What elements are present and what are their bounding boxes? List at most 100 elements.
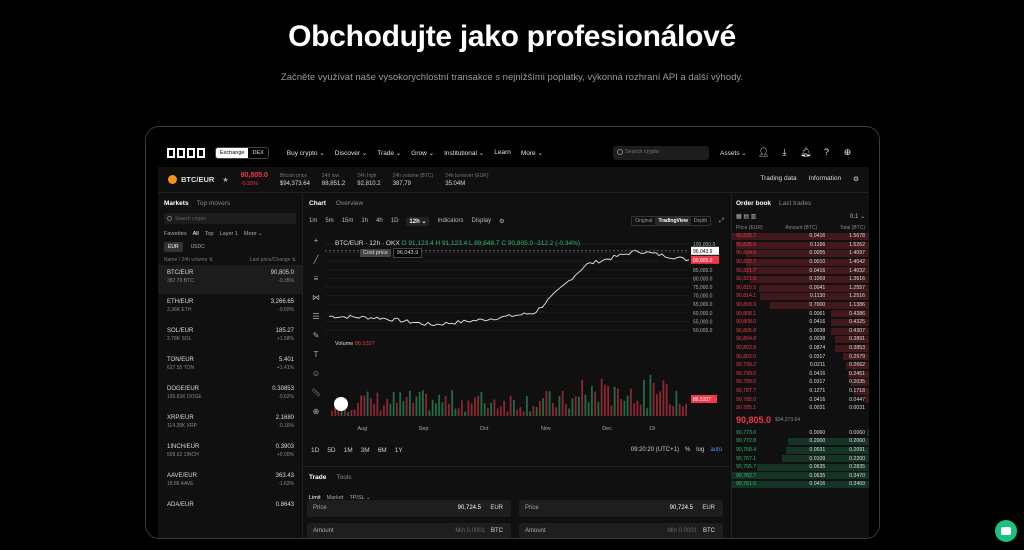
- range-6m[interactable]: 6M: [378, 447, 387, 454]
- view-depth[interactable]: Depth: [691, 217, 710, 225]
- orderbook-layout-icon[interactable]: ▦ ▤ ▥: [736, 213, 756, 220]
- tab-last-trades[interactable]: Last trades: [779, 200, 811, 207]
- markets-search-input[interactable]: Search crypto: [164, 213, 296, 224]
- dex-segment[interactable]: DEX: [248, 148, 267, 158]
- sort-name-volume[interactable]: Name / 24h volume ⇅: [164, 257, 213, 263]
- expand-icon[interactable]: ⤢: [719, 218, 724, 225]
- tf-1h[interactable]: 1h: [361, 218, 368, 224]
- download-icon[interactable]: ⤓: [779, 146, 790, 158]
- user-icon[interactable]: 👤︎: [758, 146, 769, 158]
- brush-icon[interactable]: ✎: [313, 331, 320, 340]
- ask-row[interactable]: 90,803.9 0.0874 0.3853: [732, 344, 869, 353]
- tab-markets[interactable]: Markets: [164, 200, 189, 207]
- tradingview-logo[interactable]: [334, 397, 348, 411]
- settings-icon[interactable]: ⚙: [853, 175, 859, 183]
- market-row[interactable]: 1INCH/EUR 509.62 1INCH 0.3903 +0.00%: [158, 439, 302, 468]
- crosshair-icon[interactable]: +: [314, 236, 319, 245]
- ask-row[interactable]: 90,789.0 0.0317 0.2035: [732, 378, 869, 387]
- nav-buy-crypto[interactable]: Buy crypto ⌄: [287, 149, 325, 157]
- pair-selector[interactable]: BTC/EUR: [181, 175, 214, 184]
- ask-row[interactable]: 90,804.8 0.0038 0.3891: [732, 335, 869, 344]
- ask-row[interactable]: 90,822.7 0.0010 1.4042: [732, 258, 869, 267]
- ask-row[interactable]: 90,835.7 0.0416 1.5678: [732, 232, 869, 241]
- view-original[interactable]: Original: [632, 217, 655, 225]
- filter-layer1[interactable]: Layer 1: [220, 231, 238, 237]
- ask-row[interactable]: 90,785.0 0.0416 0.0447: [732, 395, 869, 404]
- nav-search-input[interactable]: Search crypto: [613, 146, 709, 160]
- ask-row[interactable]: 90,808.1 0.0061 0.4386: [732, 309, 869, 318]
- bid-row[interactable]: 90,773.0 0.0060 0.0060: [732, 428, 869, 437]
- bid-row[interactable]: 90,768.4 0.0031 0.2091: [732, 446, 869, 455]
- globe-icon[interactable]: ⊕: [842, 146, 853, 158]
- filter-all[interactable]: All: [193, 231, 199, 237]
- range-1y[interactable]: 1Y: [395, 447, 403, 454]
- filter-more[interactable]: More ⌄: [244, 231, 263, 237]
- ask-row[interactable]: 90,821.6 0.1069 1.3616: [732, 275, 869, 284]
- tf-15m[interactable]: 15m: [342, 218, 354, 224]
- nav-more[interactable]: More ⌄: [521, 149, 543, 157]
- ask-row[interactable]: 90,799.2 0.0211 0.2662: [732, 361, 869, 370]
- market-row[interactable]: TON/EUR 627.55 TON 5.401 +1.41%: [158, 352, 302, 381]
- currency-usdc[interactable]: USDC: [187, 242, 209, 252]
- display-button[interactable]: Display: [471, 218, 491, 224]
- tab-order-book[interactable]: Order book: [736, 200, 771, 207]
- buy-amount-field[interactable]: Amount Min 0.0001 BTC: [307, 523, 511, 538]
- market-row[interactable]: SOL/EUR 2.78K SOL 185.27 +1.58%: [158, 323, 302, 352]
- bid-row[interactable]: 90,765.7 0.0635 0.2835: [732, 463, 869, 472]
- ask-row[interactable]: 90,815.5 0.0041 1.2557: [732, 284, 869, 293]
- trendline-icon[interactable]: ╱: [314, 255, 319, 264]
- tab-trade[interactable]: Trade: [309, 474, 326, 481]
- currency-eur[interactable]: EUR: [164, 242, 183, 252]
- trading-data-button[interactable]: Trading data: [760, 175, 796, 183]
- fib-icon[interactable]: ☰: [312, 312, 319, 321]
- market-row[interactable]: XRP/EUR 114.28K XRP 2.1680 -0.16%: [158, 410, 302, 439]
- okx-logo[interactable]: [167, 148, 207, 158]
- tab-overview[interactable]: Overview: [336, 200, 363, 207]
- market-row[interactable]: DOGE/EUR 195.81K DOGE 0.30853 -0.62%: [158, 381, 302, 410]
- market-row[interactable]: BTC/EUR 387.79 BTC 90,805.0 -0.35%: [158, 265, 302, 294]
- ask-row[interactable]: 90,787.7 0.1271 0.1718: [732, 387, 869, 396]
- chat-support-button[interactable]: [995, 520, 1017, 542]
- nav-institutional[interactable]: Institutional ⌄: [444, 149, 484, 157]
- filter-favorites[interactable]: Favorites: [164, 231, 187, 237]
- information-button[interactable]: Information: [809, 175, 842, 183]
- ask-row[interactable]: 90,785.1 0.0031 0.0031: [732, 404, 869, 413]
- emoji-icon[interactable]: ☺: [312, 369, 320, 378]
- bell-icon[interactable]: 🔔︎: [800, 146, 811, 158]
- chart-settings-icon[interactable]: ⚙: [499, 218, 504, 225]
- help-icon[interactable]: ?: [821, 146, 832, 158]
- sell-price-field[interactable]: Price 90,724.5 EUR: [519, 500, 723, 517]
- bid-row[interactable]: 90,761.0 0.0416 0.3469: [732, 480, 869, 489]
- tab-tools[interactable]: Tools: [336, 474, 351, 481]
- range-1m[interactable]: 1M: [344, 447, 353, 454]
- tab-top-movers[interactable]: Top movers: [197, 200, 231, 207]
- indicators-button[interactable]: Indicators: [437, 218, 463, 224]
- exchange-segment[interactable]: Exchange: [216, 148, 249, 158]
- view-tradingview[interactable]: TradingView: [655, 217, 691, 225]
- ask-row[interactable]: 90,824.0 0.0055 1.4097: [732, 249, 869, 258]
- log-toggle[interactable]: log: [696, 447, 704, 453]
- zoom-icon[interactable]: ⊕: [313, 407, 320, 416]
- price-chart[interactable]: 100,000.095,000.090,000.085,000.080,000.…: [325, 234, 725, 434]
- tf-12h[interactable]: 12h ⌄: [406, 216, 430, 226]
- orderbook-step-select[interactable]: 0.1 ⌄: [850, 213, 865, 220]
- nav-grow[interactable]: Grow ⌄: [411, 149, 434, 157]
- range-3m[interactable]: 3M: [361, 447, 370, 454]
- bid-row[interactable]: 90,772.8 0.2000 0.2060: [732, 437, 869, 446]
- hline-icon[interactable]: ≡: [314, 274, 319, 283]
- percent-toggle[interactable]: %: [685, 447, 690, 453]
- sell-amount-field[interactable]: Amount Min 0.0001 BTC: [519, 523, 723, 538]
- tf-4h[interactable]: 4h: [376, 218, 383, 224]
- ask-row[interactable]: 90,821.7 0.0416 1.4032: [732, 266, 869, 275]
- nav-trade[interactable]: Trade ⌄: [377, 149, 401, 157]
- market-row[interactable]: ETH/EUR 3.36K ETH 3,266.65 -0.60%: [158, 294, 302, 323]
- tf-1m[interactable]: 1m: [309, 218, 317, 224]
- nav-discover[interactable]: Discover ⌄: [335, 149, 368, 157]
- tf-1d[interactable]: 1D: [391, 218, 399, 224]
- ask-row[interactable]: 90,802.0 0.0317 0.2979: [732, 352, 869, 361]
- ask-row[interactable]: 90,814.1 0.1130 1.2516: [732, 292, 869, 301]
- ask-row[interactable]: 90,835.6 0.1166 1.5262: [732, 241, 869, 250]
- ask-row[interactable]: 90,805.8 0.0038 0.4307: [732, 327, 869, 336]
- filter-top[interactable]: Top: [205, 231, 214, 237]
- range-1d[interactable]: 1D: [311, 447, 319, 454]
